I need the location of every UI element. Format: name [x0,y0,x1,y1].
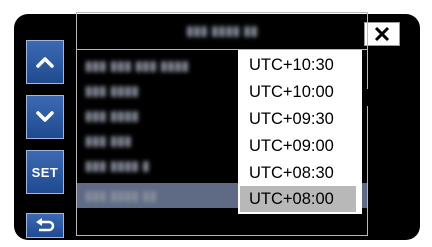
panel-title-bar: ▮▮▮ ▮▮▮▮ ▮▮ [77,13,367,50]
back-button[interactable] [26,213,64,238]
scroll-up-button[interactable] [26,40,64,84]
set-button[interactable]: SET [26,150,64,194]
timezone-option[interactable]: UTC+09:30 [240,106,356,132]
dropdown-scrollbar-thumb[interactable] [363,89,368,106]
scroll-down-button[interactable] [26,95,64,139]
timezone-dropdown[interactable]: UTC+10:30 UTC+10:00 UTC+09:30 UTC+09:00 … [238,50,362,214]
panel-title: ▮▮▮ ▮▮▮▮ ▮▮ [186,23,258,38]
chevron-down-icon [36,111,54,122]
settings-row-label: ▮▮▮ ▮▮▮▮ ▮▮ [85,188,157,203]
timezone-option-selected[interactable]: UTC+08:00 [240,186,356,212]
return-arrow-icon [36,217,55,231]
chevron-up-icon [36,57,54,68]
settings-row-label: ▮▮▮ ▮▮▮▮ ▮ [85,158,150,173]
settings-row-label: ▮▮▮ ▮▮▮▮ [85,83,139,98]
close-icon [374,26,390,42]
settings-row-label: ▮▮▮ ▮▮▮▮ [85,108,139,123]
timezone-option[interactable]: UTC+08:30 [240,160,356,186]
set-button-label: SET [31,164,59,180]
timezone-option[interactable]: UTC+09:00 [240,133,356,159]
timezone-option[interactable]: UTC+10:30 [240,52,356,78]
timezone-option[interactable]: UTC+10:00 [240,79,356,105]
settings-row-label: ▮▮▮ ▮▮▮ [85,133,132,148]
settings-row-label: ▮▮▮ ▮▮▮ ▮▮▮ ▮▮▮▮ [85,58,189,73]
close-button[interactable] [364,22,400,46]
